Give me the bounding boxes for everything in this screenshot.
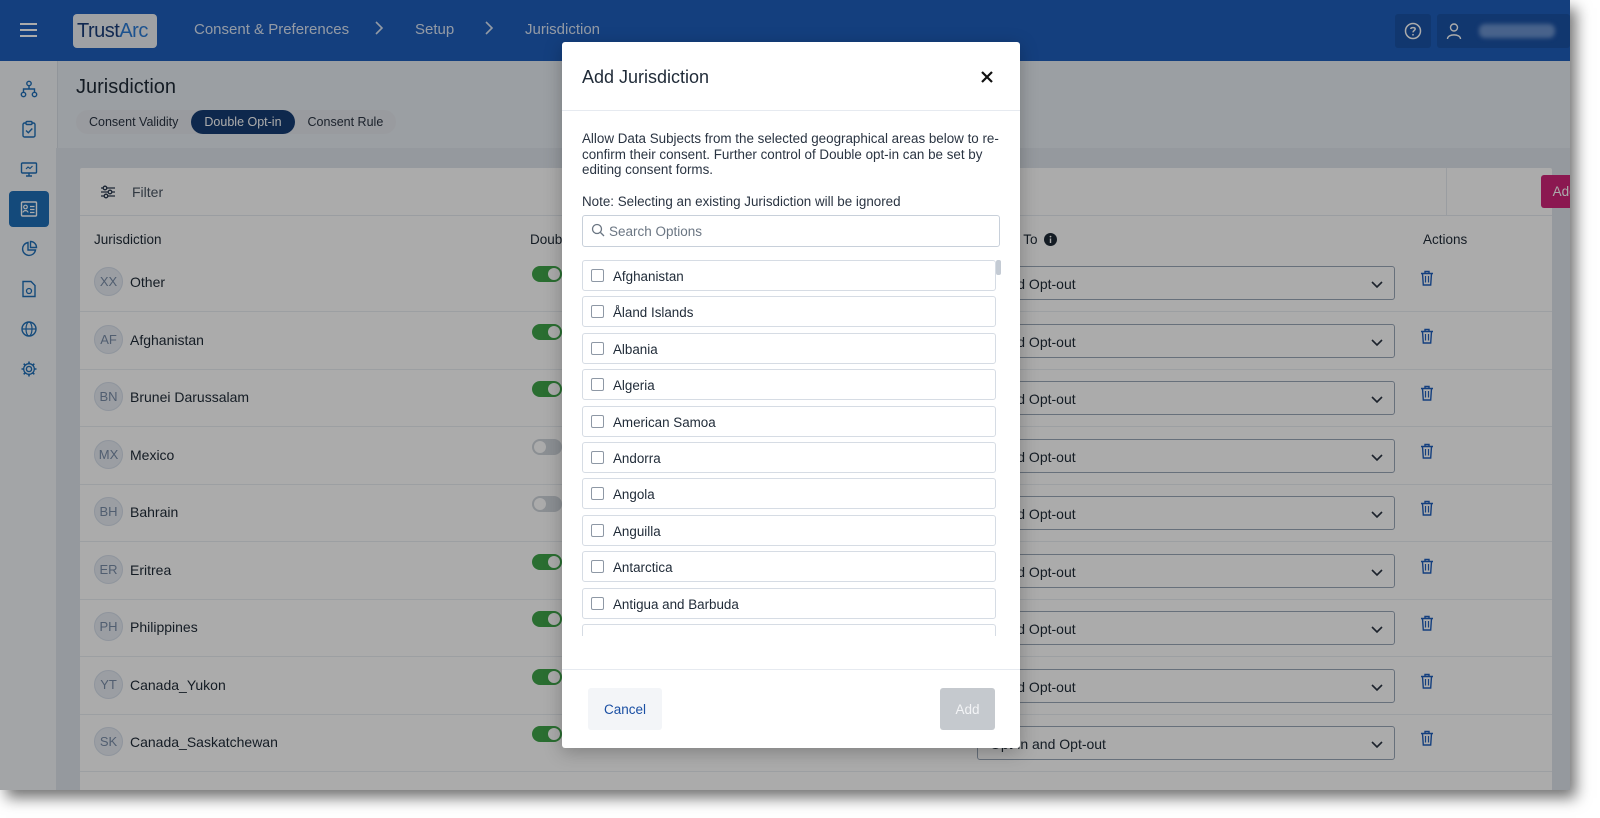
options-scrollbar[interactable] (996, 260, 1001, 275)
list-item[interactable]: Angola (582, 478, 996, 510)
option-checkbox[interactable] (591, 305, 604, 319)
list-item[interactable]: Anguilla (582, 514, 996, 546)
option-checkbox[interactable] (591, 378, 604, 392)
dialog-note: Note: Selecting an existing Jurisdiction… (582, 194, 901, 209)
option-checkbox[interactable] (591, 414, 604, 428)
option-label: Afghanistan (613, 269, 684, 284)
option-label: Algeria (613, 378, 655, 394)
option-label: Anguilla (613, 523, 661, 539)
divider (562, 110, 1020, 111)
add-jurisdiction-dialog: Add Jurisdiction Allow Data Subjects fro… (562, 42, 1020, 748)
cancel-button[interactable]: Cancel (588, 688, 662, 730)
option-label: American Samoa (613, 414, 716, 430)
close-icon[interactable] (978, 68, 996, 86)
dialog-description: Allow Data Subjects from the selected ge… (582, 131, 999, 177)
add-button[interactable]: Add (940, 688, 995, 730)
option-checkbox[interactable] (591, 451, 604, 464)
jurisdiction-options-list[interactable]: Afghanistan Åland Islands Albania Algeria Am… (582, 260, 1002, 636)
option-label: Angola (613, 487, 655, 503)
option-checkbox[interactable] (591, 596, 604, 610)
option-label: Antarctica (613, 560, 673, 576)
list-item[interactable]: Afghanistan (582, 260, 996, 291)
list-item[interactable]: Antarctica (582, 551, 996, 583)
option-label: Andorra (613, 451, 661, 466)
search-icon (591, 223, 605, 237)
search-input[interactable] (609, 217, 994, 245)
option-label: Antigua and Barbuda (613, 596, 739, 612)
dialog-title: Add Jurisdiction (582, 67, 710, 87)
list-item-partial (582, 624, 996, 636)
option-checkbox[interactable] (591, 560, 604, 574)
option-label: Albania (613, 341, 658, 357)
list-item[interactable]: Antigua and Barbuda (582, 587, 996, 619)
option-label: Åland Islands (613, 305, 694, 321)
option-checkbox[interactable] (591, 523, 604, 537)
list-item[interactable]: Andorra (582, 442, 996, 473)
option-checkbox[interactable] (591, 269, 604, 282)
list-item[interactable]: American Samoa (582, 405, 996, 437)
option-checkbox[interactable] (591, 487, 604, 501)
list-item[interactable]: Albania (582, 332, 996, 364)
divider (562, 669, 1020, 670)
search-box (582, 215, 1000, 247)
option-checkbox[interactable] (591, 341, 604, 355)
list-item[interactable]: Åland Islands (582, 296, 996, 328)
app-window: TrustArc Consent & Preferences Setup Jur… (0, 0, 1570, 790)
list-item[interactable]: Algeria (582, 369, 996, 401)
